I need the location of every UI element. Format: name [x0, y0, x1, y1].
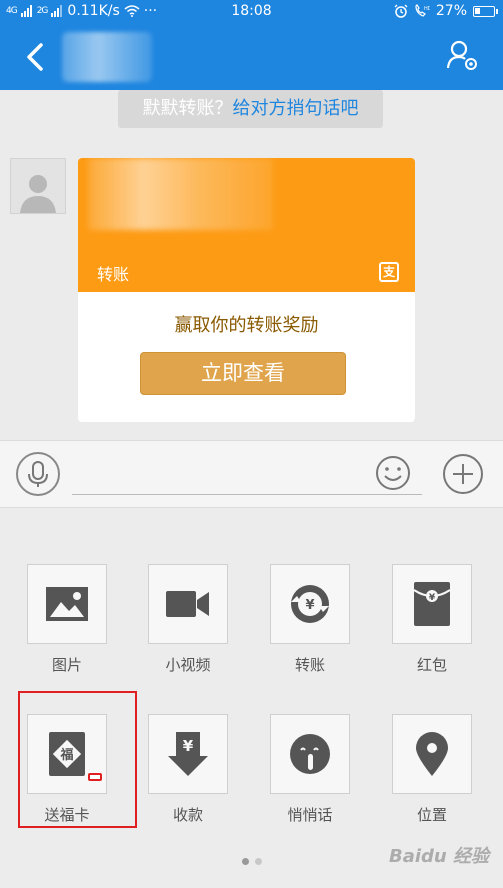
transfer-card-header: 转账 支 [78, 158, 415, 292]
tip-text: 默默转账？ [142, 98, 233, 119]
transfer-amount-blurred [88, 158, 273, 230]
panel-item-whisper[interactable]: 悄悄话 [250, 714, 370, 825]
panel-item-box: ¥ [270, 564, 350, 644]
whisper-icon [290, 734, 330, 774]
panel-item-location[interactable]: 位置 [372, 714, 492, 825]
panel-item-red-packet[interactable]: ¥ 红包 [372, 564, 492, 675]
panel-item-label: 图片 [51, 656, 82, 674]
chevron-left-icon [27, 43, 43, 71]
panel-item-video[interactable]: 小视频 [128, 564, 248, 675]
receive-money-icon: ¥ [168, 732, 208, 776]
status-bar: 4G 2G 0.11K/s ··· 18:08 HD 27% [0, 0, 503, 24]
watermark-text: Baidu 经验 [388, 846, 489, 867]
panel-item-box [392, 714, 472, 794]
view-now-button[interactable]: 立即查看 [140, 352, 346, 395]
battery-fill [475, 7, 480, 14]
panel-item-box [27, 564, 107, 644]
red-packet-icon: ¥ [414, 582, 450, 626]
reward-headline: 赢取你的转账奖励 [174, 315, 319, 336]
tip-link[interactable]: 给对方捎句话吧 [233, 98, 359, 119]
back-button[interactable] [20, 40, 50, 74]
message-input[interactable] [72, 455, 422, 495]
panel-item-box: ¥ [392, 564, 472, 644]
panel-item-label: 转账 [294, 656, 325, 674]
page-dot-2[interactable] [254, 858, 262, 865]
battery-percent: 27% [435, 3, 467, 19]
battery-icon [473, 5, 498, 17]
highlight-box [18, 691, 137, 828]
user-settings-icon [446, 40, 477, 70]
extension-panel: 图片 小视频 ¥ 转账 ¥ 红包 福 送福卡 ¥ 收款 悄悄话 位置 Baidu… [0, 508, 503, 888]
svg-text:¥: ¥ [429, 593, 436, 603]
page-dot-1[interactable] [241, 858, 249, 865]
nav-bar [0, 24, 503, 90]
plus-circle-icon [443, 454, 483, 494]
chat-settings-button[interactable] [445, 38, 481, 74]
svg-text:HD: HD [424, 6, 430, 12]
input-bar [0, 440, 503, 508]
alipay-icon: 支 [379, 262, 399, 282]
panel-item-label: 红包 [416, 656, 447, 674]
baidu-watermark: Baidu 经验 [389, 842, 489, 868]
panel-item-label: 小视频 [165, 656, 211, 674]
video-icon [166, 591, 209, 617]
panel-item-box: ¥ [148, 714, 228, 794]
panel-item-receive-money[interactable]: ¥ 收款 [128, 714, 248, 825]
microphone-icon [28, 461, 48, 487]
svg-text:¥: ¥ [183, 737, 194, 755]
emoji-button[interactable] [374, 454, 412, 492]
smiley-icon [376, 456, 410, 490]
avatar[interactable] [10, 158, 66, 214]
default-avatar-icon [20, 175, 56, 213]
contact-name-blurred [62, 32, 152, 82]
transfer-card-label: 转账 [97, 265, 130, 284]
alarm-icon [394, 4, 408, 18]
panel-item-label: 收款 [172, 806, 203, 824]
transfer-icon: ¥ [291, 585, 329, 623]
panel-item-box [270, 714, 350, 794]
location-icon [416, 732, 448, 776]
panel-item-label: 位置 [416, 806, 447, 824]
panel-item-transfer[interactable]: ¥ 转账 [250, 564, 370, 675]
status-right: HD 27% [394, 3, 498, 19]
transfer-tip: 默默转账？给对方捎句话吧 [118, 90, 383, 128]
image-icon [46, 587, 88, 621]
voice-button[interactable] [16, 452, 60, 496]
svg-text:¥: ¥ [305, 598, 314, 613]
panel-item-label: 悄悄话 [287, 806, 333, 824]
panel-item-box [148, 564, 228, 644]
more-button[interactable] [441, 452, 485, 496]
hd-call-icon: HD [415, 4, 430, 17]
panel-item-image[interactable]: 图片 [7, 564, 127, 675]
transfer-card[interactable]: 转账 支 赢取你的转账奖励 立即查看 [78, 158, 415, 422]
